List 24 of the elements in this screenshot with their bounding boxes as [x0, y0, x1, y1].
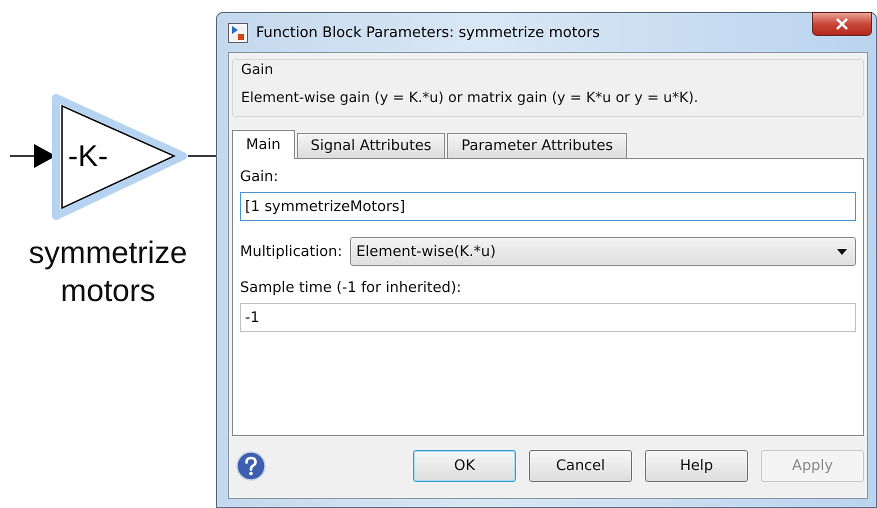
tab[interactable]: Signal Attributes	[296, 133, 446, 159]
group-title: Gain	[241, 62, 274, 78]
dropdown-arrow-icon	[837, 248, 847, 254]
block-name: symmetrize motors	[28, 234, 188, 310]
text-field[interactable]: -1	[240, 303, 856, 332]
tab[interactable]: Main	[232, 130, 295, 159]
field-label: Sample time (-1 for inherited):	[240, 280, 462, 296]
close-button[interactable]	[812, 12, 872, 36]
help-icon[interactable]	[236, 451, 266, 481]
gain-block[interactable]	[52, 94, 187, 220]
window-title: Function Block Parameters: symmetrize motors	[256, 24, 600, 40]
tab[interactable]: Parameter Attributes	[447, 133, 627, 159]
field-label: Gain:	[240, 169, 280, 185]
close-icon	[835, 18, 849, 30]
dropdown[interactable]: Element-wise(K.*u)	[350, 237, 856, 266]
dialog-button[interactable]: OK	[413, 450, 516, 482]
field-label: Multiplication:	[240, 244, 342, 260]
output-line	[188, 155, 216, 157]
gain-symbol: -K-	[68, 140, 108, 173]
block-description: Element-wise gain (y = K.*u) or matrix gain (y = K*u or y = u*K).	[241, 90, 700, 106]
block-icon	[228, 22, 248, 42]
text-field[interactable]: [1 symmetrizeMotors]	[240, 192, 856, 221]
dialog-button[interactable]: Help	[645, 450, 748, 482]
dialog-button[interactable]: Cancel	[529, 450, 632, 482]
